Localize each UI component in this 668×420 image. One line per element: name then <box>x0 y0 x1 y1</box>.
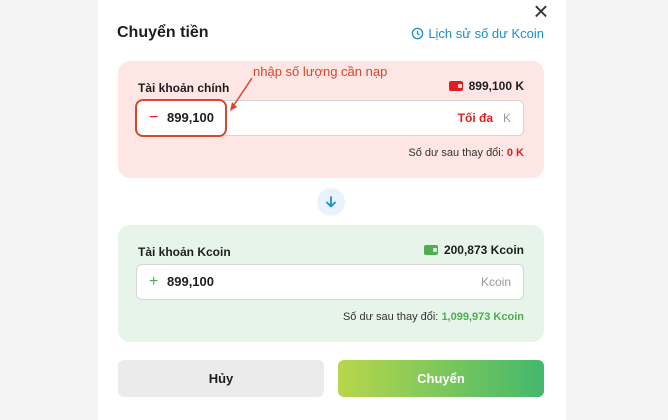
kcoin-amount-value: 899,100 <box>167 274 214 289</box>
wallet-icon <box>423 245 438 255</box>
close-icon[interactable]: × <box>530 0 552 24</box>
main-after-label: Số dư sau thay đổi: <box>408 147 504 159</box>
main-after-value: 0 K <box>506 147 524 159</box>
annotation-arrow <box>230 77 253 111</box>
kcoin-after-balance: Số dư sau thay đổi: 1,099,973 Kcoin <box>343 311 524 323</box>
arrow-down-icon <box>317 188 345 216</box>
history-link-label: Lịch sử số dư Kcoin <box>428 26 544 41</box>
main-account-balance: 899,100 K <box>448 79 524 93</box>
kcoin-unit: Kcoin <box>480 275 511 289</box>
plus-sign: + <box>149 273 159 290</box>
max-button[interactable]: Tối đa <box>458 111 493 125</box>
history-link[interactable]: Lịch sử số dư Kcoin <box>411 26 544 41</box>
kcoin-after-label: Số dư sau thay đổi: <box>342 311 439 323</box>
kcoin-account-panel: Tài khoản Kcoin 200,873 Kcoin + 899,100 … <box>118 225 544 342</box>
wallet-icon <box>448 81 463 91</box>
cancel-button[interactable]: Hủy <box>118 360 324 397</box>
modal-title: Chuyển tiền <box>117 24 209 41</box>
kcoin-account-label: Tài khoản Kcoin <box>138 245 231 259</box>
kcoin-amount-input[interactable]: + 899,100 Kcoin <box>136 264 524 300</box>
main-amount-input[interactable]: − 899,100 Tối đa K <box>135 99 524 137</box>
main-account-label: Tài khoản chính <box>138 81 230 95</box>
history-icon <box>412 27 424 40</box>
annotation-text: nhập số lượng cần nạp <box>253 64 388 79</box>
transfer-button[interactable]: Chuyển <box>338 360 544 397</box>
main-account-balance-value: 899,100 K <box>468 79 524 93</box>
main-unit: K <box>502 111 511 125</box>
kcoin-account-balance: 200,873 Kcoin <box>423 243 524 257</box>
kcoin-account-balance-value: 200,873 Kcoin <box>443 243 524 257</box>
main-after-balance: Số dư sau thay đổi: 0 K <box>408 147 524 159</box>
annotation-highlight-box <box>135 99 227 137</box>
kcoin-after-value: 1,099,973 Kcoin <box>441 311 524 323</box>
